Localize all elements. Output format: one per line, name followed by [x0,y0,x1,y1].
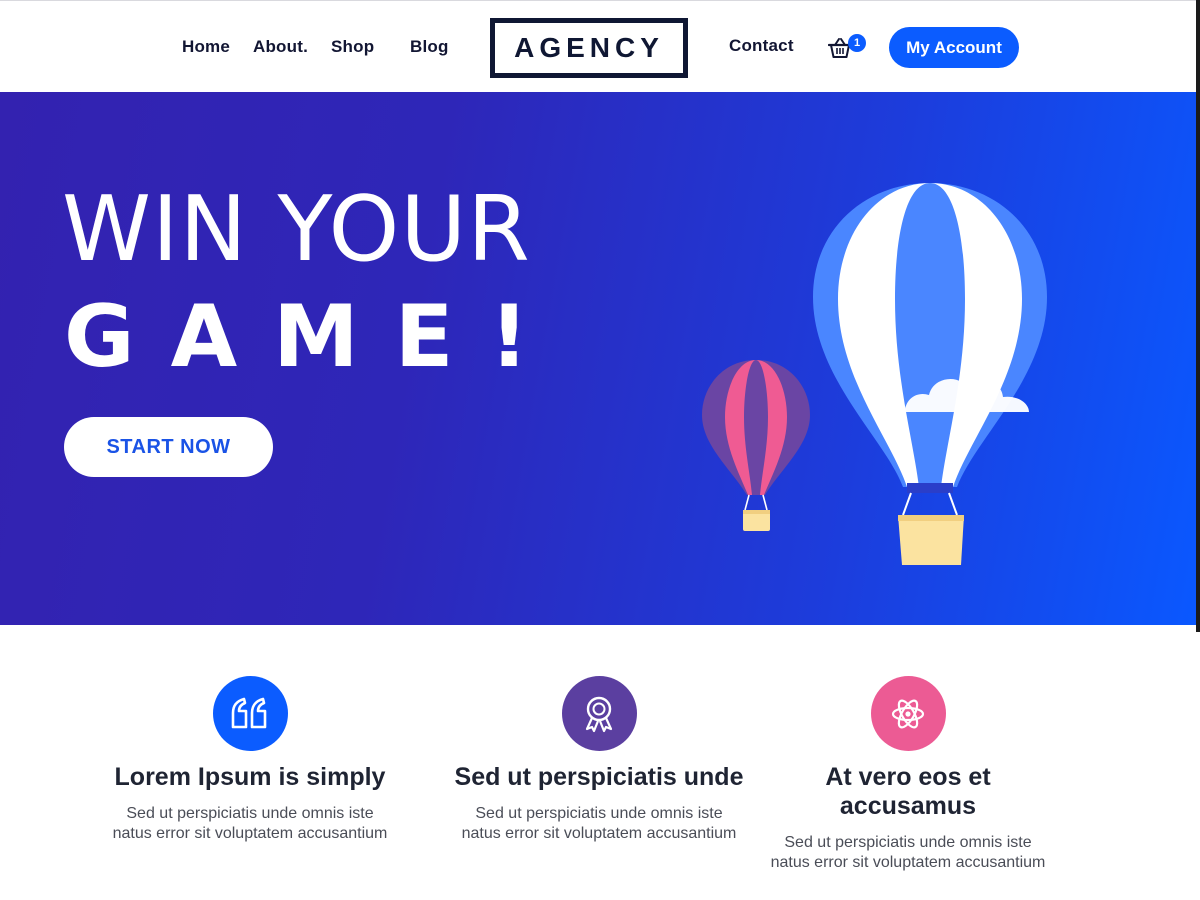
window-edge [1196,0,1200,632]
feature-icon-circle [561,676,637,751]
nav-link-about[interactable]: About. [253,37,308,57]
agency-logo[interactable]: AGENCY [490,18,688,78]
feature-description: Sed ut perspiciatis unde omnis iste natu… [461,805,737,842]
top-navigation-bar: Home About. Shop Blog AGENCY Contact 1 M… [0,0,1200,92]
feature-title: At vero eos et accusamus [825,763,991,820]
start-now-button[interactable]: START NOW [64,417,273,477]
nav-link-shop[interactable]: Shop [331,37,374,57]
nav-link-home[interactable]: Home [182,37,230,57]
feature-title: Lorem Ipsum is simply [114,763,386,791]
hot-air-balloons-illustration [702,183,1047,565]
cart-button[interactable]: 1 [828,34,870,60]
my-account-button[interactable]: My Account [889,27,1019,68]
hero-heading-line1: WIN YOUR [62,177,531,282]
feature-card-3: At vero eos et accusamus Sed ut perspici… [763,676,1053,873]
award-ribbon-icon [585,696,613,732]
logo-text: AGENCY [514,32,664,63]
atom-icon [891,699,925,728]
feature-description: Sed ut perspiciatis unde omnis iste natu… [112,805,388,842]
feature-title: Sed ut perspiciatis unde [454,763,744,791]
hero-banner: WIN YOUR GAME! START NOW [0,92,1196,625]
feature-icon-circle [870,676,946,751]
cart-count-badge: 1 [848,34,866,52]
feature-icon-circle [212,676,288,751]
feature-description: Sed ut perspiciatis unde omnis iste natu… [770,834,1046,871]
small-balloon [702,360,810,531]
nav-link-blog[interactable]: Blog [410,37,449,57]
hero-heading-line2: GAME! [64,287,565,387]
quote-icon [231,697,267,728]
large-balloon [813,183,1047,565]
feature-card-2: Sed ut perspiciatis unde Sed ut perspici… [454,676,744,844]
nav-link-contact[interactable]: Contact [729,36,794,56]
feature-card-1: Lorem Ipsum is simply Sed ut perspiciati… [105,676,395,844]
